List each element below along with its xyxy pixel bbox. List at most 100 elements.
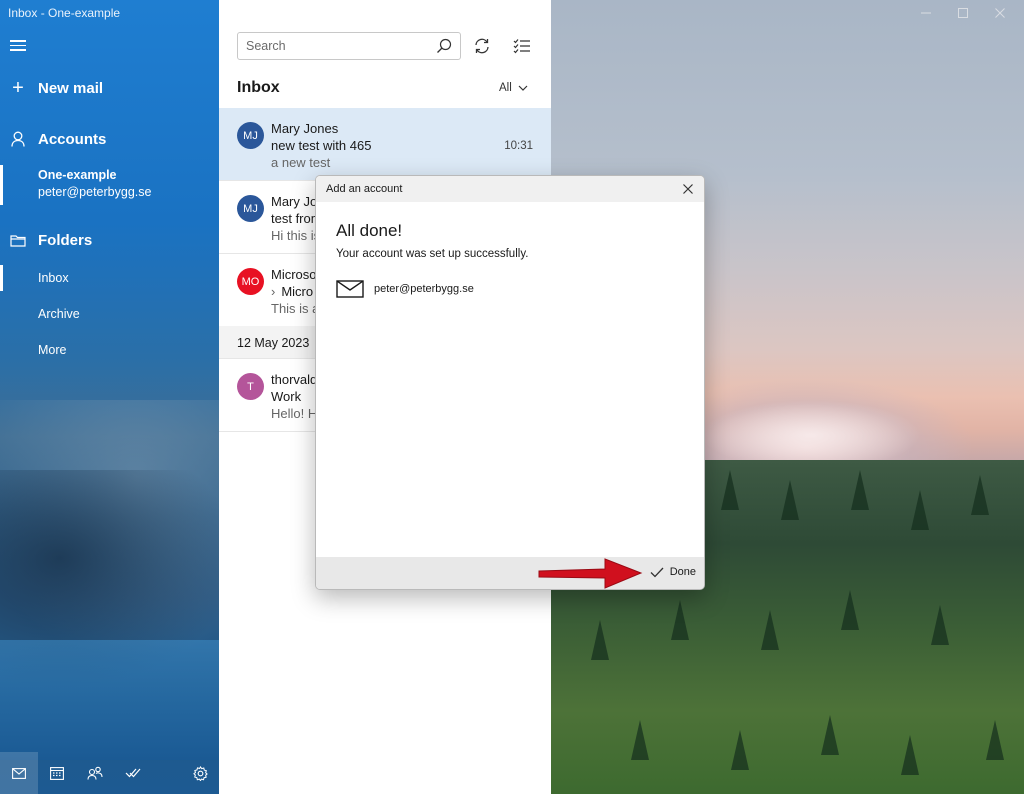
maximize-button[interactable] [948, 4, 978, 22]
message-subject: test from [271, 211, 322, 226]
maximize-icon [958, 8, 968, 18]
background-tree [931, 605, 949, 645]
folder-archive[interactable]: Archive [0, 299, 219, 329]
account-item[interactable]: One-example peter@peterbygg.se [0, 161, 219, 207]
new-mail-label: New mail [38, 79, 104, 97]
background-tree [731, 730, 749, 770]
avatar: T [237, 373, 264, 400]
settings-icon [192, 765, 208, 781]
background-tree [821, 715, 839, 755]
account-name: One-example [38, 168, 117, 182]
background-tree [671, 600, 689, 640]
selection-indicator [0, 165, 3, 205]
red-arrow-annotation [538, 558, 643, 589]
selection-mode-button[interactable] [510, 34, 534, 58]
search-icon[interactable] [436, 38, 452, 54]
account-email: peter@peterbygg.se [38, 185, 152, 199]
done-label: Done [669, 566, 696, 578]
message-sender: Mary Jones [271, 121, 339, 136]
folder-label: Archive [38, 307, 80, 321]
sync-icon [475, 38, 489, 54]
checkmark-icon [650, 567, 664, 577]
settings-nav-button[interactable] [181, 752, 219, 794]
minimize-icon [921, 12, 931, 14]
background-tree [901, 735, 919, 775]
message-time: 10:31 [504, 140, 533, 152]
message-preview: Hello! H [271, 406, 318, 421]
search-box[interactable] [237, 32, 461, 60]
new-mail-button[interactable]: + New mail [0, 77, 219, 99]
folders-label: Folders [38, 231, 93, 249]
folder-more[interactable]: More [0, 335, 219, 365]
mail-nav-button[interactable] [0, 752, 38, 794]
dialog-titlebar: Add an account [316, 176, 704, 202]
dialog-close-button[interactable] [680, 181, 696, 197]
folder-label: Inbox [38, 271, 69, 285]
sidebar-background-lake [0, 640, 219, 760]
background-tree [781, 480, 799, 520]
filter-dropdown[interactable]: All [499, 82, 528, 94]
hamburger-menu-icon[interactable] [10, 40, 26, 52]
chevron-right-icon: › [271, 284, 276, 299]
message-subject: Micro [281, 284, 314, 299]
people-nav-button[interactable] [76, 752, 114, 794]
message-preview: Hi this is [271, 228, 321, 243]
message-preview: a new test [271, 155, 331, 170]
folder-title: Inbox [237, 79, 280, 96]
configured-account: peter@peterbygg.se [336, 280, 474, 298]
background-tree [761, 610, 779, 650]
background-tree [591, 620, 609, 660]
folder-inbox[interactable]: Inbox [0, 263, 219, 293]
select-list-icon [513, 39, 530, 54]
window-title: Inbox - One-example [8, 6, 121, 20]
background-tree [631, 720, 649, 760]
background-tree [721, 470, 739, 510]
close-icon [683, 184, 693, 194]
folders-header[interactable]: Folders [0, 229, 219, 251]
background-tree [986, 720, 1004, 760]
background-tree [911, 490, 929, 530]
filter-label: All [499, 82, 512, 94]
close-window-button[interactable] [985, 4, 1015, 22]
message-preview: This is a [271, 301, 320, 316]
background-tree [971, 475, 989, 515]
message-subject: new test with 465 [271, 138, 372, 153]
folder-label: More [38, 343, 67, 357]
minimize-button[interactable] [911, 4, 941, 22]
chevron-down-icon [518, 85, 528, 91]
background-tree [841, 590, 859, 630]
avatar: MJ [237, 195, 264, 222]
message-item[interactable]: MJ Mary Jones new test with 465 a new te… [219, 108, 551, 181]
close-icon [995, 8, 1005, 18]
dialog-message: Your account was set up successfully. [336, 248, 529, 260]
sidebar: Inbox - One-example + New mail Accounts … [0, 0, 219, 794]
bottom-navigation [0, 752, 219, 794]
dialog-footer: Done [316, 557, 704, 589]
person-icon [11, 131, 25, 147]
done-button[interactable]: Done [650, 566, 696, 578]
background-tree [851, 470, 869, 510]
message-sender: thorvald [271, 372, 318, 387]
todo-nav-button[interactable] [114, 752, 152, 794]
selection-indicator [0, 265, 3, 291]
date-group-label: 12 May 2023 [237, 336, 310, 350]
sync-button[interactable] [470, 34, 494, 58]
todo-icon [125, 768, 141, 778]
calendar-icon [50, 767, 64, 780]
message-subject-row: › Micro [271, 284, 313, 299]
add-account-dialog: Add an account All done! Your account wa… [315, 175, 705, 590]
configured-account-email: peter@peterbygg.se [374, 283, 474, 295]
avatar: MO [237, 268, 264, 295]
plus-icon: + [12, 77, 24, 99]
search-input[interactable] [246, 38, 426, 54]
accounts-label: Accounts [38, 130, 107, 148]
mail-icon [336, 280, 364, 298]
accounts-header[interactable]: Accounts [0, 128, 219, 150]
dialog-title: Add an account [326, 183, 403, 195]
folder-icon [10, 234, 26, 247]
calendar-nav-button[interactable] [38, 752, 76, 794]
avatar: MJ [237, 122, 264, 149]
message-subject: Work [271, 389, 302, 404]
mail-icon [12, 767, 26, 779]
people-icon [87, 766, 103, 780]
